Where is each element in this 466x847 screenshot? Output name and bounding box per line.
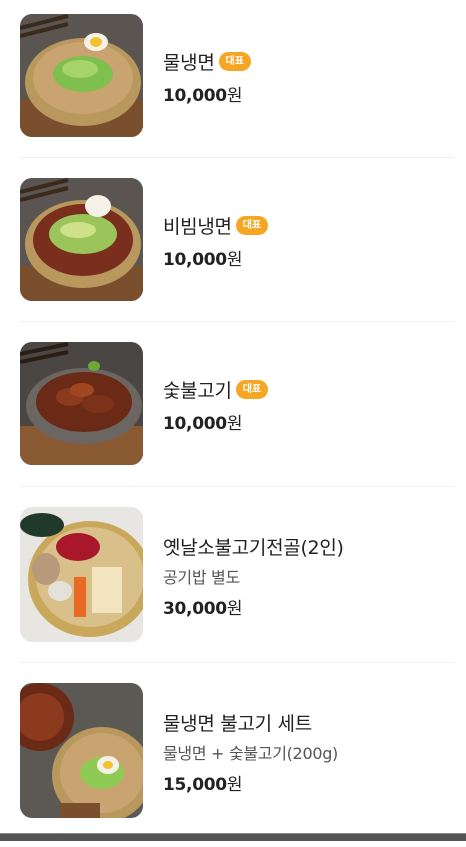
menu-item-name: 물냉면 [163, 52, 215, 74]
divider [20, 486, 454, 487]
signature-badge: 대표 [218, 52, 251, 71]
jeongol-photo [20, 507, 143, 642]
menu-item-name: 숯불고기 [163, 380, 232, 402]
bulgogi-photo [20, 342, 143, 465]
menu-item-image [20, 683, 143, 818]
menu-item-image [20, 178, 143, 301]
price-value: 15,000 [163, 775, 227, 795]
divider [20, 157, 454, 158]
price-unit: 원 [226, 599, 243, 619]
menu-item-description: 물냉면 + 숯불고기(200g) [163, 744, 338, 763]
price-unit: 원 [226, 86, 243, 106]
menu-item-price: 10,000원 [163, 409, 268, 434]
divider [20, 662, 454, 663]
menu-item-image [20, 342, 143, 465]
price-unit: 원 [226, 775, 243, 795]
menu-item-price: 10,000원 [163, 81, 251, 106]
menu-item-name: 물냉면 불고기 세트 [163, 713, 312, 735]
price-value: 10,000 [163, 250, 227, 270]
menu-item[interactable]: 숯불고기 대표 10,000원 [20, 342, 454, 506]
menu-item-name: 비빔냉면 [163, 216, 232, 238]
menu-item-price: 30,000원 [163, 594, 344, 619]
signature-badge: 대표 [235, 380, 269, 399]
bottom-bar [0, 833, 466, 841]
menu-item[interactable]: 물냉면 대표 10,000원 [20, 14, 454, 178]
divider [20, 321, 454, 322]
menu-item-image [20, 507, 143, 642]
menu-item[interactable]: 옛날소불고기전골(2인) 공기밥 별도 30,000원 [20, 507, 454, 671]
price-value: 10,000 [163, 414, 227, 434]
menu-item-price: 10,000원 [163, 245, 268, 270]
menu-item[interactable]: 비빔냉면 대표 10,000원 [20, 178, 454, 342]
menu-item-description: 공기밥 별도 [163, 568, 240, 587]
signature-badge: 대표 [235, 216, 269, 235]
price-value: 30,000 [163, 599, 227, 619]
price-value: 10,000 [163, 86, 227, 106]
price-unit: 원 [226, 414, 243, 434]
set-photo [20, 683, 143, 818]
bibim-naengmyeon-photo [20, 178, 143, 301]
mul-naengmyeon-photo [20, 14, 143, 137]
menu-item[interactable]: 물냉면 불고기 세트 물냉면 + 숯불고기(200g) 15,000원 [20, 683, 454, 847]
menu-item-price: 15,000원 [163, 770, 338, 795]
price-unit: 원 [226, 250, 243, 270]
menu-item-name: 옛날소불고기전골(2인) [163, 537, 344, 559]
menu-item-image [20, 14, 143, 137]
